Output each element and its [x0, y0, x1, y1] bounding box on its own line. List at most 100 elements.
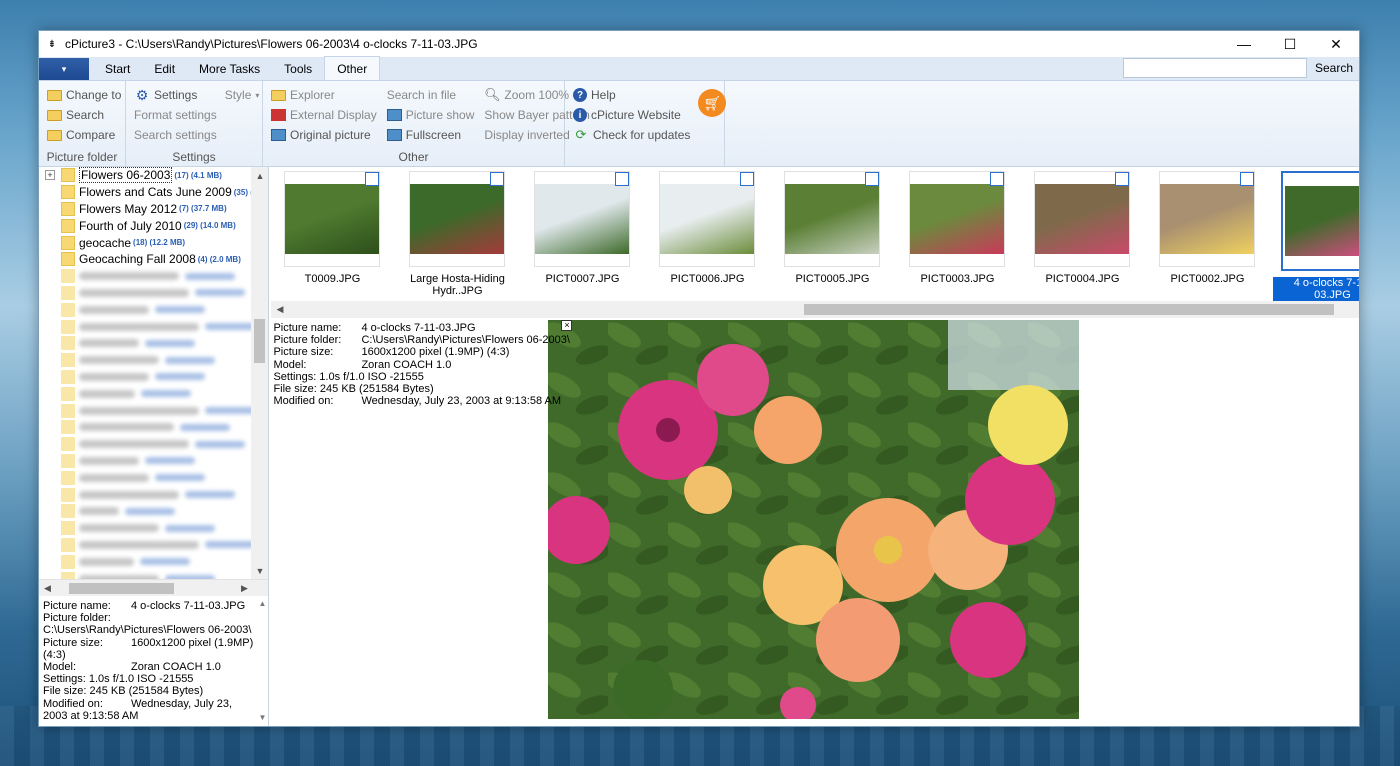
thumbnail-image[interactable]	[535, 184, 630, 254]
tree-item-obscured[interactable]	[39, 385, 268, 402]
thumbnail-checkbox[interactable]	[1115, 172, 1130, 186]
scroll-up-icon[interactable]: ▲	[259, 598, 267, 610]
thumbnail-item[interactable]: PICT0003.JPG	[898, 171, 1016, 301]
tree-item-obscured[interactable]	[39, 570, 268, 580]
thumbnail-item[interactable]: 4 o-clocks 7-11-03.JPG	[1273, 171, 1359, 301]
tree-item-obscured[interactable]	[39, 301, 268, 318]
tree-item[interactable]: + Flowers 06-2003 (17) (4.1 MB)	[39, 167, 268, 184]
tree-item-obscured[interactable]	[39, 486, 268, 503]
thumbnail-item[interactable]: PICT0006.JPG	[648, 171, 766, 301]
explorer-button[interactable]: Explorer	[271, 85, 377, 105]
fullscreen-button[interactable]: Fullscreen	[386, 125, 475, 145]
thumbnail-item[interactable]: PICT0005.JPG	[773, 171, 891, 301]
app-menu-button[interactable]: ▾	[39, 58, 89, 80]
tab-more-tasks[interactable]: More Tasks	[187, 58, 272, 80]
thumbnail-image[interactable]	[1035, 184, 1130, 254]
thumbnail-image[interactable]	[910, 184, 1005, 254]
tab-start[interactable]: Start	[93, 58, 142, 80]
tree-item-obscured[interactable]	[39, 268, 268, 285]
thumbnail-checkbox[interactable]	[365, 172, 380, 186]
search-folder-button[interactable]: Search	[47, 105, 119, 125]
thumbnail-image[interactable]	[1160, 184, 1255, 254]
thumbnail-checkbox[interactable]	[1240, 172, 1255, 186]
picture-show-button[interactable]: Picture show	[386, 105, 474, 125]
thumbnail-frame[interactable]	[784, 171, 881, 267]
scroll-right-icon[interactable]: ▶	[236, 580, 253, 597]
tree-item-obscured[interactable]	[39, 318, 268, 335]
thumbnail-image[interactable]	[1285, 186, 1359, 256]
website-button[interactable]: i cPicture Website	[573, 105, 690, 125]
check-updates-button[interactable]: ⟳ Check for updates	[573, 125, 691, 145]
tree-item-obscured[interactable]	[39, 503, 268, 520]
scroll-thumb[interactable]	[804, 304, 1335, 315]
thumbnail-item[interactable]: PICT0002.JPG	[1148, 171, 1266, 301]
tree-item-obscured[interactable]	[39, 469, 268, 486]
settings-button[interactable]: ⚙ Settings	[134, 85, 217, 105]
tree-item-obscured[interactable]	[39, 453, 268, 470]
tree-item[interactable]: Geocaching Fall 2008 (4) (2.0 MB)	[39, 251, 268, 268]
thumbnail-checkbox[interactable]	[490, 172, 505, 186]
maximize-button[interactable]: ☐	[1267, 31, 1313, 57]
close-button[interactable]: ✕	[1313, 31, 1359, 57]
minimize-button[interactable]: —	[1221, 31, 1267, 57]
tree-item-obscured[interactable]	[39, 402, 268, 419]
scroll-thumb[interactable]	[69, 583, 174, 595]
scroll-left-icon[interactable]: ◀	[271, 301, 288, 318]
thumbnail-checkbox[interactable]	[990, 172, 1005, 186]
tab-tools[interactable]: Tools	[272, 58, 324, 80]
external-display-button[interactable]: External Display	[271, 105, 377, 125]
thumbnail-image[interactable]	[410, 184, 505, 254]
tab-other[interactable]: Other	[324, 56, 381, 80]
thumbnail-checkbox[interactable]	[740, 172, 755, 186]
tree-item-obscured[interactable]	[39, 369, 268, 386]
thumbnail-image[interactable]	[285, 184, 380, 254]
search-button[interactable]: Search	[1311, 61, 1357, 75]
thumbnail-frame[interactable]	[284, 171, 381, 267]
thumbnail-frame[interactable]	[909, 171, 1006, 267]
tree-item[interactable]: geocache (18) (12.2 MB)	[39, 234, 268, 251]
search-settings-button[interactable]: Search settings	[134, 125, 217, 145]
scroll-down-icon[interactable]: ▼	[259, 712, 267, 724]
thumbnail-item[interactable]: PICT0004.JPG	[1023, 171, 1141, 301]
tree-item-obscured[interactable]	[39, 352, 268, 369]
tree-vertical-scrollbar[interactable]: ▲ ▼	[251, 167, 269, 580]
thumbnail-frame[interactable]	[1281, 171, 1359, 271]
thumbnail-image[interactable]	[660, 184, 755, 254]
thumbnail-item[interactable]: T0009.JPG	[273, 171, 391, 301]
thumbnail-frame[interactable]	[1159, 171, 1256, 267]
tree-item[interactable]: Flowers May 2012 (7) (37.7 MB)	[39, 201, 268, 218]
style-dropdown[interactable]: Style ▾	[225, 85, 260, 105]
tree-item-obscured[interactable]	[39, 419, 268, 436]
tree-item[interactable]: Flowers and Cats June 2009(35) (18.2	[39, 184, 268, 201]
tree-item-obscured[interactable]	[39, 520, 268, 537]
thumbnail-item[interactable]: PICT0007.JPG	[523, 171, 641, 301]
original-picture-button[interactable]: Original picture	[271, 125, 377, 145]
thumbnail-frame[interactable]	[1034, 171, 1131, 267]
compare-button[interactable]: Compare	[47, 125, 119, 145]
tree-item-obscured[interactable]	[39, 537, 268, 554]
tree-item[interactable]: Fourth of July 2010 (29) (14.0 MB)	[39, 217, 268, 234]
tree-item-obscured[interactable]	[39, 285, 268, 302]
help-button[interactable]: ? Help	[573, 85, 690, 105]
thumbnail-frame[interactable]	[659, 171, 756, 267]
search-in-file-button[interactable]: Search in file	[387, 85, 475, 105]
quick-access-icon[interactable]: ⇟	[39, 39, 65, 50]
scroll-down-icon[interactable]: ▼	[251, 562, 268, 579]
format-settings-button[interactable]: Format settings	[134, 105, 217, 125]
search-input[interactable]	[1122, 58, 1307, 78]
tab-edit[interactable]: Edit	[142, 58, 187, 80]
tree-item-obscured[interactable]	[39, 553, 268, 570]
scroll-thumb[interactable]	[254, 319, 266, 363]
tree-item-obscured[interactable]	[39, 436, 268, 453]
tree-horizontal-scrollbar[interactable]: ◀ ▶	[39, 579, 269, 597]
thumbnail-scrollbar[interactable]: ◀ ▶	[271, 301, 1359, 318]
scroll-left-icon[interactable]: ◀	[39, 580, 56, 597]
thumbnail-checkbox[interactable]	[615, 172, 630, 186]
tree-item-obscured[interactable]	[39, 335, 268, 352]
thumbnail-checkbox[interactable]	[865, 172, 880, 186]
change-to-button[interactable]: Change to	[47, 85, 121, 105]
shopping-cart-icon[interactable]: 🛒︎	[698, 89, 727, 117]
main-picture[interactable]	[548, 320, 1080, 719]
scroll-up-icon[interactable]: ▲	[251, 167, 268, 184]
thumbnail-image[interactable]	[785, 184, 880, 254]
